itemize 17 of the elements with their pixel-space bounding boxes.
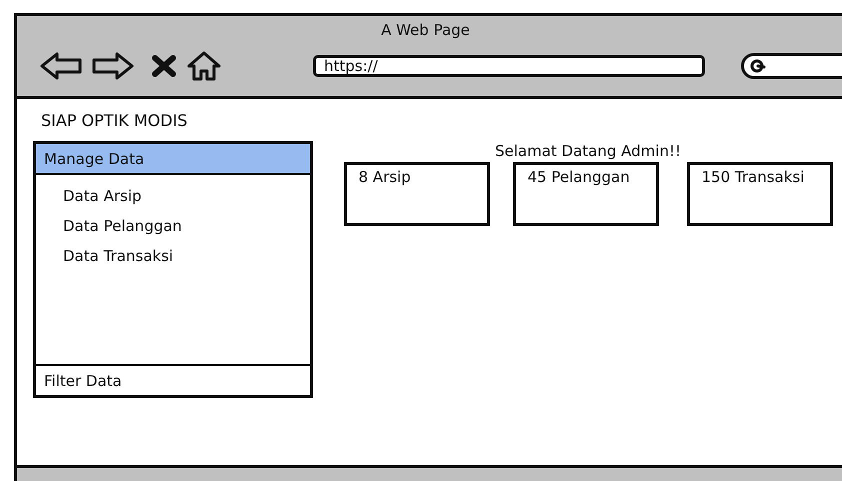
- back-icon[interactable]: [39, 51, 83, 81]
- search-field[interactable]: [741, 53, 842, 79]
- sidebar-item[interactable]: Data Pelanggan: [36, 211, 182, 241]
- accordion-header[interactable]: Manage Data: [36, 144, 310, 175]
- home-icon[interactable]: [187, 51, 221, 81]
- window-title: A Web Page: [380, 20, 471, 41]
- sidebar-item[interactable]: Data Arsip: [36, 181, 142, 211]
- close-icon[interactable]: [151, 54, 177, 78]
- welcome-heading: Selamat Datang Admin!!: [494, 142, 681, 160]
- search-icon: [750, 59, 766, 73]
- address-field[interactable]: https://: [313, 55, 705, 77]
- sidebar-item[interactable]: Data Transaksi: [36, 241, 174, 271]
- stat-text: 45 Pelanggan: [528, 168, 631, 186]
- forward-icon[interactable]: [91, 51, 135, 81]
- stat-text: 150 Transaksi: [702, 168, 806, 186]
- site-title: SIAP OPTIK MODIS: [41, 111, 188, 132]
- stat-text: 8 Arsip: [358, 168, 412, 186]
